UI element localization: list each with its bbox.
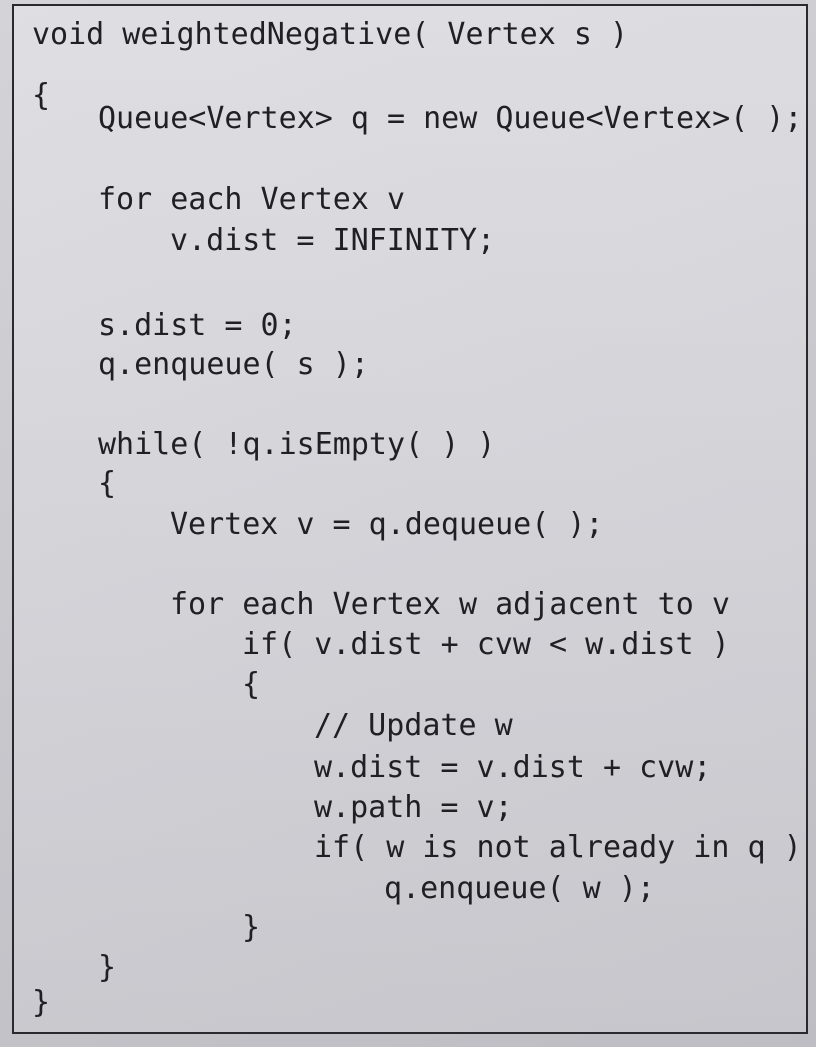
code-listing-box: void weightedNegative( Vertex s ) { Queu… [12,4,808,1034]
code-line-14: // Update w [314,708,513,743]
code-line-6: s.dist = 0; [98,308,297,343]
code-line-17: if( w is not already in q ) [314,830,802,865]
code-line-19: } [242,910,261,945]
code-line-7: q.enqueue( s ); [98,347,369,382]
code-line-10: Vertex v = q.dequeue( ); [170,507,604,542]
code-line-18: q.enqueue( w ); [384,871,655,906]
code-line-11: for each Vertex w adjacent to v [170,587,730,622]
code-line-8: while( !q.isEmpty( ) ) [98,427,496,462]
code-line-1: void weightedNegative( Vertex s ) [32,17,629,52]
code-line-15: w.dist = v.dist + cvw; [314,750,712,785]
code-line-16: w.path = v; [314,790,513,825]
code-line-4: for each Vertex v [98,182,406,217]
code-line-5: v.dist = INFINITY; [170,223,496,258]
code-line-13: { [242,667,261,702]
code-line-9: { [98,466,117,501]
code-line-21: } [32,985,51,1020]
code-line-20: } [98,950,117,985]
code-line-2: { [32,78,51,113]
code-line-12: if( v.dist + cvw < w.dist ) [242,627,730,662]
code-line-3: Queue<Vertex> q = new Queue<Vertex>( ); [98,101,803,136]
